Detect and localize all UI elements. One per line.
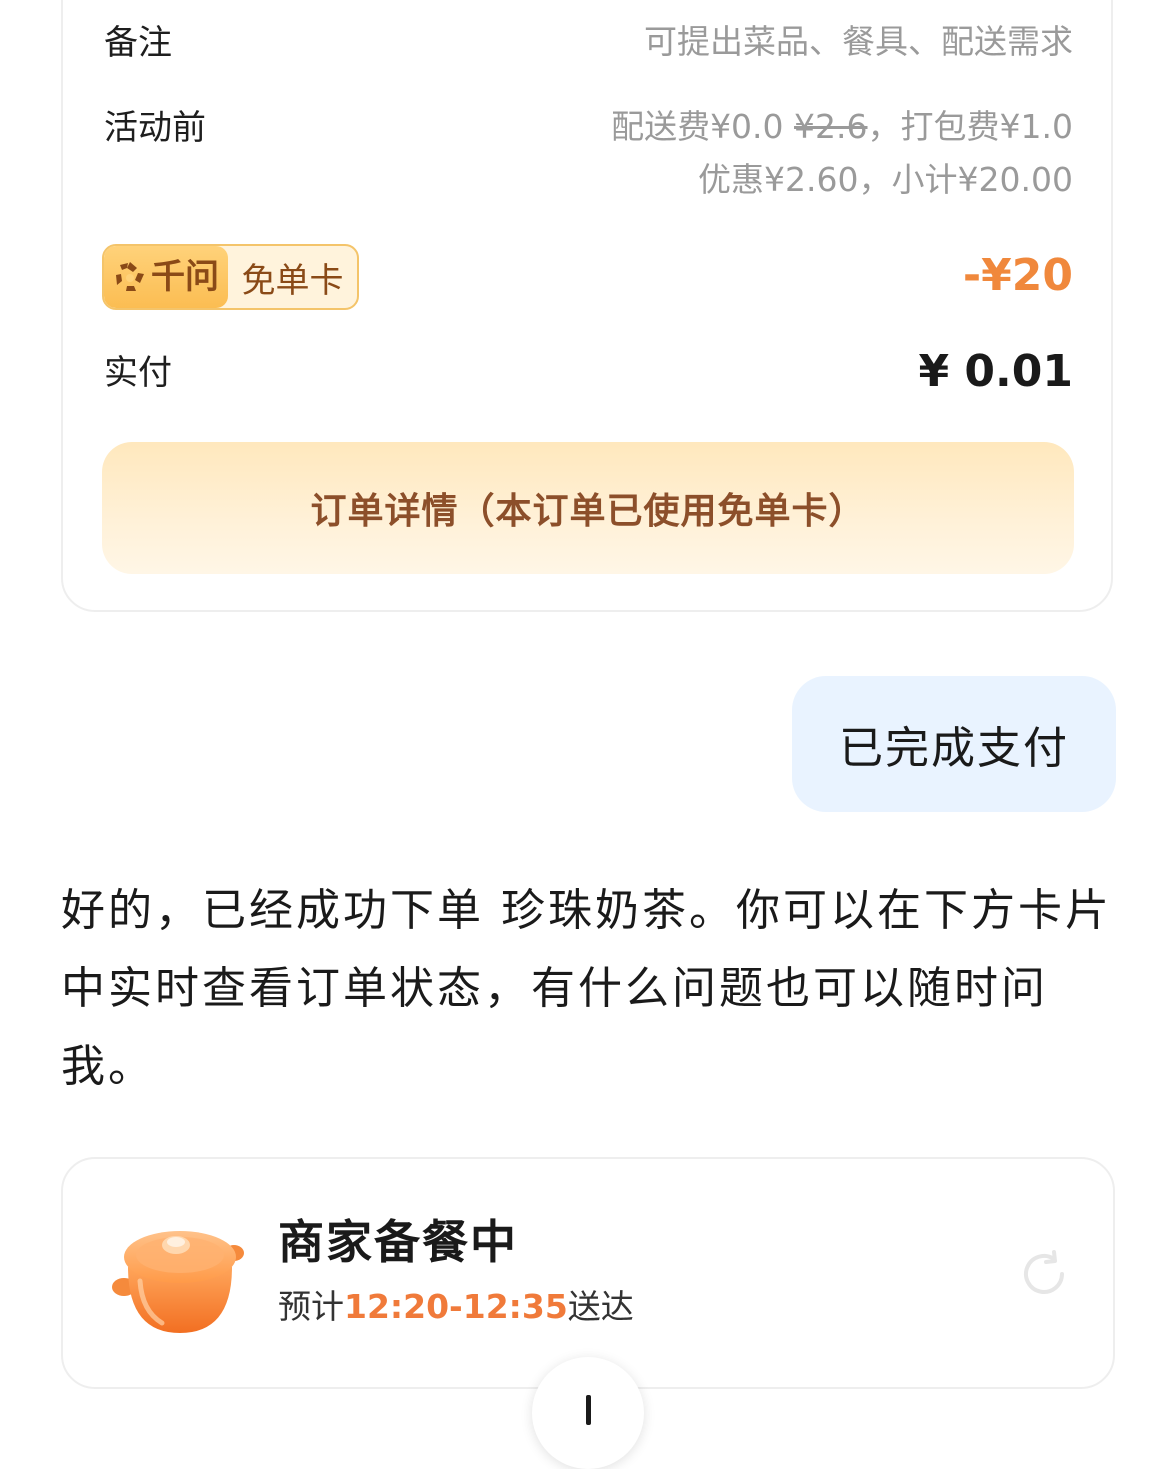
packing-fee-text: ，打包费¥1.0 [867, 107, 1073, 146]
order-detail-button[interactable]: 订单详情（本订单已使用免单卡） [102, 442, 1074, 574]
paid-label: 实付 [104, 353, 172, 393]
delivery-eta: 预计12:20-12:35送达 [278, 1285, 634, 1329]
paid-amount: ¥ 0.01 [918, 346, 1074, 397]
assistant-message: 好的，已经成功下单 珍珠奶茶。你可以在下方卡片中实时查看订单状态，有什么问题也可… [61, 885, 1112, 1092]
refresh-icon[interactable] [1018, 1248, 1070, 1300]
eta-prefix: 预计 [278, 1287, 344, 1326]
discount-subtotal-line: 优惠¥2.60，小计¥20.00 [698, 160, 1073, 199]
badge-brand-text: 千问 [151, 257, 219, 297]
remark-input[interactable]: 可提出菜品、餐具、配送需求 [644, 22, 1073, 62]
scroll-down-button[interactable] [532, 1357, 644, 1469]
remark-label: 备注 [104, 23, 172, 63]
user-message-bubble: 已完成支付 [792, 676, 1116, 812]
arrow-down-icon [586, 1395, 591, 1425]
delivery-fee-text: 配送费¥0.0 [611, 107, 795, 146]
activity-label: 活动前 [104, 108, 206, 148]
badge-card-text: 免单卡 [241, 260, 344, 301]
fee-breakdown-line: 配送费¥0.0 ¥2.6，打包费¥1.0 [611, 107, 1073, 147]
free-card-discount-value: -¥20 [962, 250, 1073, 301]
order-status-title: 商家备餐中 [278, 1215, 518, 1269]
free-order-card-badge: 千问 免单卡 [102, 244, 359, 310]
eta-time: 12:20-12:35 [344, 1287, 568, 1326]
qianwen-logo-icon [116, 262, 144, 291]
cooking-pot-icon [112, 1231, 244, 1333]
delivery-fee-original: ¥2.6 [794, 107, 868, 146]
badge-brand-section: 千问 [104, 246, 228, 308]
eta-suffix: 送达 [567, 1287, 634, 1326]
